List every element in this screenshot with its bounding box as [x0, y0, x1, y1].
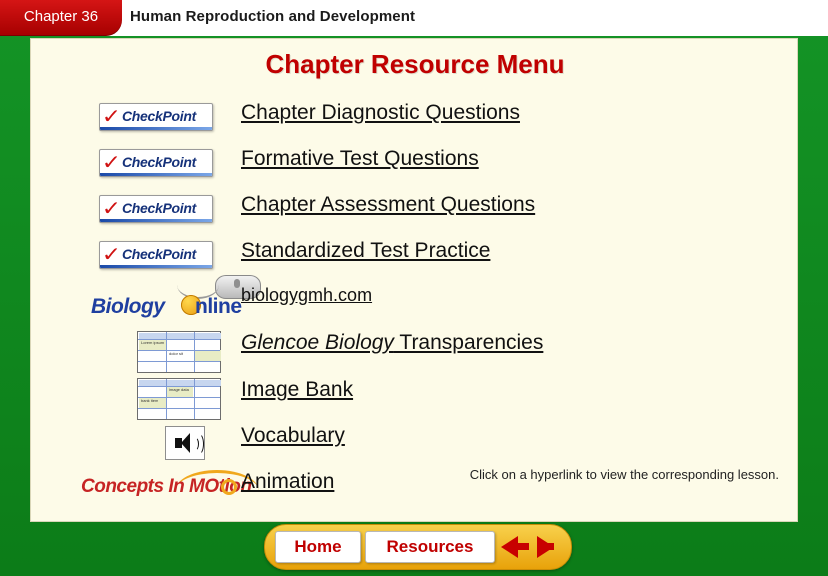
online-word: nline [195, 295, 242, 318]
speaker-cone [181, 433, 190, 453]
biology-word: Biology [91, 295, 165, 318]
link-formative-test-questions[interactable]: Formative Test Questions [241, 147, 479, 171]
link-chapter-assessment-questions[interactable]: Chapter Assessment Questions [241, 193, 535, 217]
slide-root: Chapter 36 Human Reproduction and Develo… [0, 0, 828, 576]
checkpoint-bar [100, 127, 212, 130]
checkpoint-label: CheckPoint [122, 200, 197, 216]
list-item[interactable]: ✓ CheckPoint Standardized Test Practice [31, 239, 799, 279]
checkpoint-bar [100, 219, 212, 222]
home-button[interactable]: Home [275, 531, 361, 563]
list-item[interactable]: ✓ CheckPoint Chapter Assessment Question… [31, 193, 799, 233]
content-panel: Chapter Resource Menu ✓ CheckPoint Chapt… [30, 38, 798, 522]
orbit-icon [221, 479, 237, 495]
speaker-audio-icon [61, 424, 241, 464]
list-item[interactable]: ✓ CheckPoint Chapter Diagnostic Question… [31, 101, 799, 141]
link-animation[interactable]: Animation [241, 470, 334, 494]
checkpoint-icon: ✓ CheckPoint [61, 239, 241, 279]
chapter-title: Human Reproduction and Development [130, 8, 416, 25]
link-chapter-diagnostic-questions[interactable]: Chapter Diagnostic Questions [241, 101, 520, 125]
checkpoint-label: CheckPoint [122, 246, 197, 262]
forward-arrow-tail[interactable] [542, 543, 554, 550]
link-biologygmh-com[interactable]: biologygmh.com [241, 285, 372, 306]
transparency-grid-icon: Lorem ipsum dolor sit [61, 331, 241, 373]
resources-button[interactable]: Resources [365, 531, 495, 563]
link-glencoe-biology-transparencies[interactable]: Glencoe Biology Transparencies [241, 331, 543, 355]
link-rest-part: Transparencies [393, 331, 544, 354]
page-title: Chapter Resource Menu [265, 49, 565, 79]
chapter-number-tab: Chapter 36 [0, 0, 122, 36]
checkpoint-icon: ✓ CheckPoint [61, 147, 241, 187]
checkpoint-bar [100, 265, 212, 268]
list-item[interactable]: Biology nline biologygmh.com [31, 275, 799, 325]
header-bar: Chapter 36 Human Reproduction and Develo… [0, 0, 828, 36]
link-italic-part: Glencoe Biology [241, 331, 394, 354]
checkpoint-icon: ✓ CheckPoint [61, 101, 241, 141]
check-icon: ✓ [101, 104, 122, 128]
link-standardized-test-practice[interactable]: Standardized Test Practice [241, 239, 490, 263]
check-icon: ✓ [101, 150, 122, 174]
checkpoint-bar [100, 173, 212, 176]
check-icon: ✓ [101, 196, 122, 220]
link-image-bank[interactable]: Image Bank [241, 378, 353, 402]
back-arrow-tail[interactable] [517, 543, 529, 550]
list-item[interactable]: Vocabulary [31, 424, 799, 464]
checkpoint-label: CheckPoint [122, 108, 197, 124]
bottom-nav-bar: Home Resources [264, 524, 572, 570]
back-arrow-icon[interactable] [501, 536, 518, 558]
speaker-wave-large [193, 433, 204, 455]
list-item[interactable]: image data bank item Image Bank [31, 378, 799, 420]
checkpoint-icon: ✓ CheckPoint [61, 193, 241, 233]
list-item[interactable]: ✓ CheckPoint Formative Test Questions [31, 147, 799, 187]
concepts-in-motion-icon: Concepts In MOtion [61, 470, 259, 510]
checkpoint-label: CheckPoint [122, 154, 197, 170]
image-bank-grid-icon: image data bank item [61, 378, 241, 420]
biology-online-icon: Biology nline [61, 275, 261, 325]
check-icon: ✓ [101, 242, 122, 266]
link-vocabulary[interactable]: Vocabulary [241, 424, 345, 448]
list-item[interactable]: Lorem ipsum dolor sit Glencoe Biology Tr… [31, 331, 799, 373]
footnote-text: Click on a hyperlink to view the corresp… [469, 467, 779, 482]
